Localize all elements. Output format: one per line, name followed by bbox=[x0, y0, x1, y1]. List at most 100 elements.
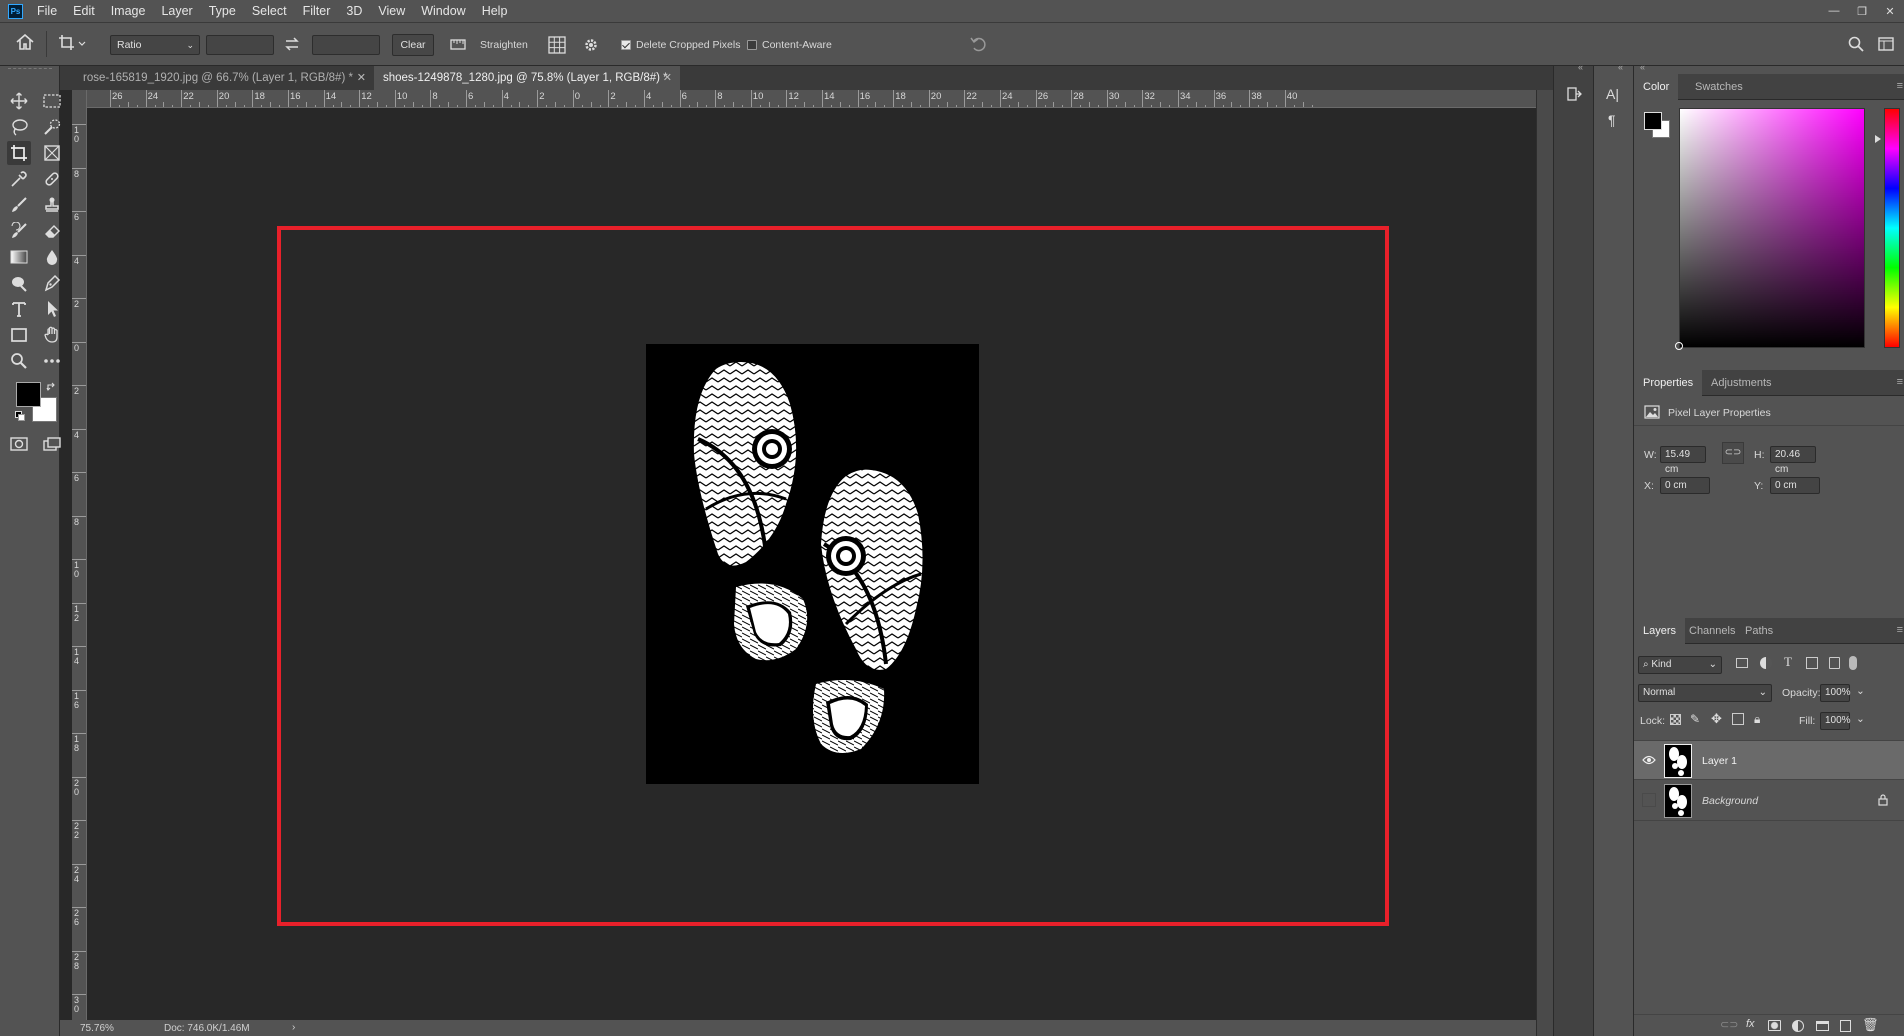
menu-file[interactable]: File bbox=[29, 0, 65, 22]
brush-tool-icon[interactable] bbox=[7, 193, 31, 217]
delete-layer-icon[interactable]: 🗑︎ bbox=[1862, 1017, 1879, 1033]
filter-adjustment-icon[interactable] bbox=[1760, 657, 1772, 669]
filter-smart-object-icon[interactable] bbox=[1829, 657, 1840, 669]
chevron-down-icon[interactable]: ⌄ bbox=[1856, 713, 1865, 725]
straighten-label[interactable]: Straighten bbox=[480, 39, 528, 51]
layer-filter-kind[interactable]: ⌕ Kind ⌄ bbox=[1638, 656, 1722, 674]
eye-icon[interactable] bbox=[1642, 755, 1656, 765]
menu-help[interactable]: Help bbox=[474, 0, 516, 22]
color-picker-field[interactable] bbox=[1679, 108, 1865, 348]
content-aware-checkbox[interactable] bbox=[747, 40, 757, 50]
gradient-tool-icon[interactable] bbox=[7, 245, 31, 269]
close-icon[interactable]: ✕ bbox=[357, 66, 366, 90]
layer-name[interactable]: Background bbox=[1702, 795, 1758, 807]
reset-icon[interactable] bbox=[970, 36, 988, 52]
tab-properties[interactable]: Properties bbox=[1634, 370, 1703, 396]
new-layer-icon[interactable] bbox=[1840, 1020, 1851, 1032]
chevron-right-icon[interactable]: › bbox=[292, 1022, 295, 1033]
screen-mode-icon[interactable] bbox=[40, 432, 64, 456]
default-colors-icon[interactable] bbox=[15, 411, 25, 421]
panel-menu-icon[interactable]: ≡ bbox=[1897, 376, 1903, 388]
delete-cropped-checkbox[interactable] bbox=[621, 40, 631, 50]
lock-transparent-icon[interactable] bbox=[1670, 714, 1681, 725]
menu-edit[interactable]: Edit bbox=[65, 0, 103, 22]
lock-icon[interactable] bbox=[1877, 793, 1889, 806]
workspace-icon[interactable] bbox=[1878, 36, 1894, 52]
collapse-arrows-icon[interactable]: « bbox=[1640, 62, 1645, 72]
straighten-icon[interactable] bbox=[450, 37, 466, 51]
menu-view[interactable]: View bbox=[370, 0, 413, 22]
quick-mask-icon[interactable] bbox=[7, 432, 31, 456]
quick-selection-tool-icon[interactable] bbox=[40, 115, 64, 139]
menu-layer[interactable]: Layer bbox=[153, 0, 200, 22]
layer-row-background[interactable]: Background bbox=[1634, 781, 1904, 821]
more-tools-icon[interactable] bbox=[40, 349, 64, 373]
fx-icon[interactable]: fx bbox=[1746, 1018, 1755, 1030]
add-mask-icon[interactable] bbox=[1768, 1020, 1781, 1031]
dodge-tool-icon[interactable] bbox=[7, 271, 31, 295]
rectangle-tool-icon[interactable] bbox=[7, 323, 31, 347]
history-icon[interactable] bbox=[1566, 86, 1582, 102]
gear-icon[interactable] bbox=[582, 36, 600, 54]
tab-paths[interactable]: Paths bbox=[1736, 618, 1782, 644]
minimize-icon[interactable]: — bbox=[1820, 5, 1848, 17]
panel-menu-icon[interactable]: ≡ bbox=[1897, 80, 1903, 92]
clear-button[interactable]: Clear bbox=[392, 34, 434, 56]
marquee-tool-icon[interactable] bbox=[40, 89, 64, 113]
healing-brush-tool-icon[interactable] bbox=[40, 167, 64, 191]
tab-channels[interactable]: Channels bbox=[1680, 618, 1744, 644]
tab-shoes-document[interactable]: shoes-1249878_1280.jpg @ 75.8% (Layer 1,… bbox=[374, 66, 680, 90]
visibility-toggle-empty[interactable] bbox=[1642, 793, 1656, 807]
panel-menu-icon[interactable]: ≡ bbox=[1897, 624, 1903, 636]
restore-icon[interactable]: ❐ bbox=[1848, 5, 1876, 18]
vertical-scrollbar[interactable] bbox=[1536, 90, 1553, 1036]
ps-logo[interactable]: Ps bbox=[8, 3, 23, 19]
filter-type-icon[interactable]: T bbox=[1784, 654, 1792, 670]
ratio-height-input[interactable] bbox=[312, 35, 380, 55]
x-field[interactable]: 0 cm bbox=[1660, 477, 1710, 494]
tab-layers[interactable]: Layers bbox=[1634, 618, 1686, 644]
filter-toggle-icon[interactable] bbox=[1849, 656, 1857, 670]
zoom-level[interactable]: 75.76% bbox=[80, 1023, 114, 1034]
tab-adjustments[interactable]: Adjustments bbox=[1702, 370, 1781, 396]
lock-all-icon[interactable]: 🔒︎ bbox=[1754, 712, 1760, 727]
layer-name[interactable]: Layer 1 bbox=[1702, 755, 1737, 767]
history-brush-tool-icon[interactable] bbox=[7, 219, 31, 243]
y-field[interactable]: 0 cm bbox=[1770, 477, 1820, 494]
fill-field[interactable]: 100% bbox=[1820, 712, 1851, 730]
close-icon[interactable]: ✕ bbox=[663, 66, 672, 90]
opacity-field[interactable]: 100% bbox=[1820, 684, 1851, 702]
hand-tool-icon[interactable] bbox=[40, 323, 64, 347]
lock-artboard-icon[interactable] bbox=[1732, 713, 1744, 725]
filter-shape-icon[interactable] bbox=[1806, 657, 1818, 669]
frame-tool-icon[interactable] bbox=[40, 141, 64, 165]
search-icon[interactable] bbox=[1848, 36, 1864, 52]
close-window-icon[interactable]: ✕ bbox=[1876, 5, 1904, 18]
foreground-color-swatch[interactable] bbox=[16, 382, 41, 407]
clone-stamp-tool-icon[interactable] bbox=[40, 193, 64, 217]
filter-pixel-icon[interactable] bbox=[1736, 658, 1748, 668]
menu-image[interactable]: Image bbox=[103, 0, 154, 22]
tab-color[interactable]: Color bbox=[1634, 74, 1679, 100]
collapse-arrows-icon[interactable]: « bbox=[1578, 62, 1583, 72]
tab-swatches[interactable]: Swatches bbox=[1686, 74, 1752, 100]
content-aware-label[interactable]: Content-Aware bbox=[762, 39, 832, 51]
eraser-tool-icon[interactable] bbox=[40, 219, 64, 243]
menu-3d[interactable]: 3D bbox=[338, 0, 370, 22]
swap-colors-icon[interactable] bbox=[46, 382, 57, 393]
overlay-grid-icon[interactable] bbox=[548, 36, 566, 54]
chevron-down-icon[interactable]: ⌄ bbox=[1856, 685, 1865, 697]
home-icon[interactable] bbox=[16, 34, 34, 50]
type-tool-icon[interactable] bbox=[7, 297, 31, 321]
link-icon[interactable]: ⊂⊃ bbox=[1722, 442, 1744, 464]
path-selection-tool-icon[interactable] bbox=[40, 297, 64, 321]
eyedropper-tool-icon[interactable] bbox=[7, 167, 31, 191]
tab-rose-document[interactable]: rose-165819_1920.jpg @ 66.7% (Layer 1, R… bbox=[74, 66, 374, 90]
menu-type[interactable]: Type bbox=[201, 0, 244, 22]
swap-icon[interactable] bbox=[284, 37, 300, 51]
layer-row-layer1[interactable]: Layer 1 bbox=[1634, 740, 1904, 780]
paragraph-panel-icon[interactable]: ¶ bbox=[1608, 112, 1616, 128]
crop-tool-preset-icon[interactable] bbox=[58, 34, 86, 52]
height-field[interactable]: 20.46 cm bbox=[1770, 446, 1816, 475]
delete-cropped-label[interactable]: Delete Cropped Pixels bbox=[636, 39, 740, 51]
